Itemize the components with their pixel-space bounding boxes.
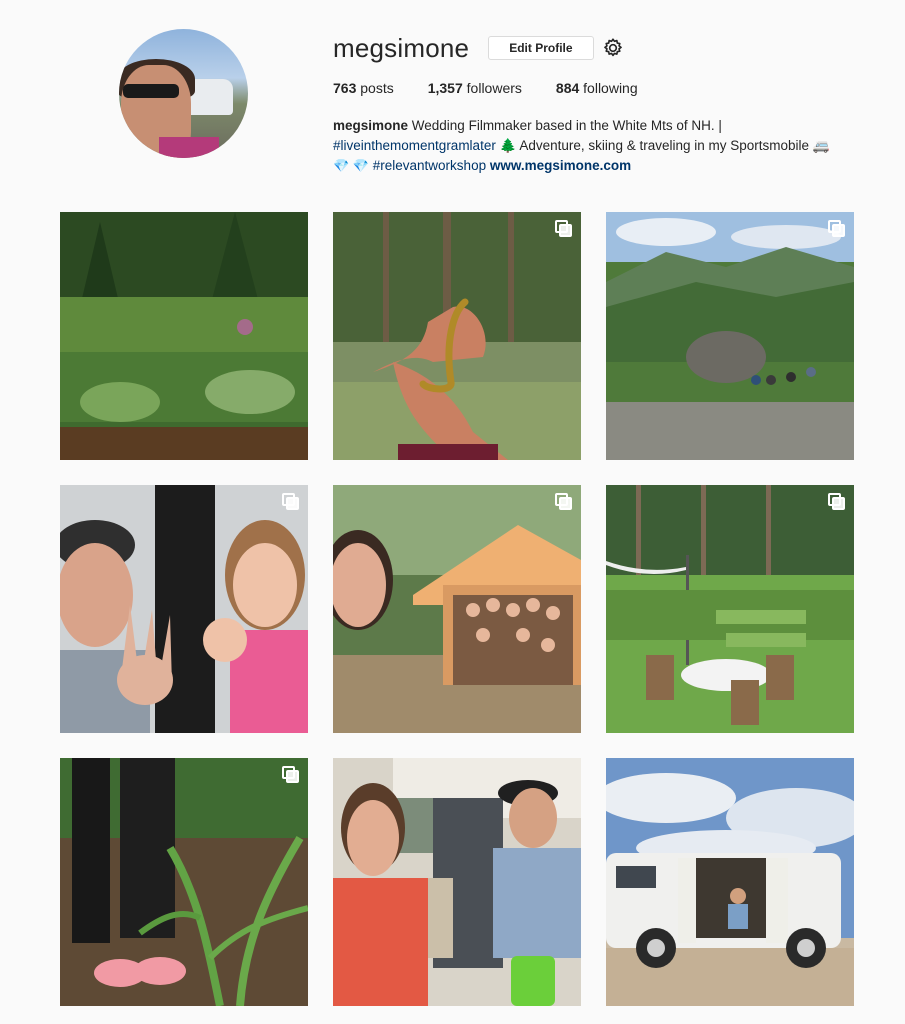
profile-avatar[interactable]: [119, 29, 248, 158]
bio-gems: 💎 💎: [333, 158, 369, 173]
multi-post-icon: [828, 220, 846, 238]
bio-text-2: 🌲 Adventure, skiing & traveling in my Sp…: [495, 138, 830, 153]
multi-post-icon: [555, 220, 573, 238]
bio-text-1: Wedding Filmmaker based in the White Mts…: [408, 118, 722, 133]
following-stat[interactable]: 884 following: [556, 80, 638, 96]
multi-post-icon: [555, 493, 573, 511]
post-thumbnail[interactable]: [333, 758, 581, 1006]
post-thumbnail[interactable]: [60, 758, 308, 1006]
patio-photo: [606, 485, 854, 733]
followers-stat[interactable]: 1,357 followers: [428, 80, 522, 96]
profile-stats: 763 posts 1,357 followers 884 following: [333, 80, 672, 96]
van-interior-photo: [333, 758, 581, 1006]
tent-photo: [333, 485, 581, 733]
post-thumbnail[interactable]: [60, 212, 308, 460]
profile-bio: megsimone Wedding Filmmaker based in the…: [333, 116, 873, 176]
multi-post-icon: [828, 493, 846, 511]
corn-photo: [60, 758, 308, 1006]
post-thumbnail[interactable]: [333, 485, 581, 733]
salamander-photo: [333, 212, 581, 460]
profile-header: megsimone Edit Profile: [333, 33, 624, 63]
post-thumbnail[interactable]: [60, 485, 308, 733]
post-thumbnail[interactable]: [606, 212, 854, 460]
bio-name: megsimone: [333, 118, 409, 133]
post-thumbnail[interactable]: [606, 758, 854, 1006]
avatar-sunglasses: [123, 84, 179, 98]
avatar-shirt: [159, 137, 219, 158]
van-photo: [606, 758, 854, 1006]
gear-icon[interactable]: [602, 37, 624, 59]
multi-post-icon: [282, 493, 300, 511]
mountain-photo: [606, 212, 854, 460]
selfie-photo: [60, 485, 308, 733]
bio-hashtag-relevantworkshop[interactable]: #relevantworkshop: [373, 158, 486, 173]
post-thumbnail[interactable]: [606, 485, 854, 733]
profile-username: megsimone: [333, 32, 470, 63]
post-thumbnail[interactable]: [333, 212, 581, 460]
posts-grid: [60, 212, 855, 1007]
edit-profile-button[interactable]: Edit Profile: [488, 36, 594, 60]
bio-hashtag-liveinthemoment[interactable]: #liveinthemomentgramlater: [333, 138, 496, 153]
garden-photo: [60, 212, 308, 460]
posts-stat: 763 posts: [333, 80, 394, 96]
bio-website-link[interactable]: www.megsimone.com: [490, 158, 631, 173]
multi-post-icon: [282, 766, 300, 784]
